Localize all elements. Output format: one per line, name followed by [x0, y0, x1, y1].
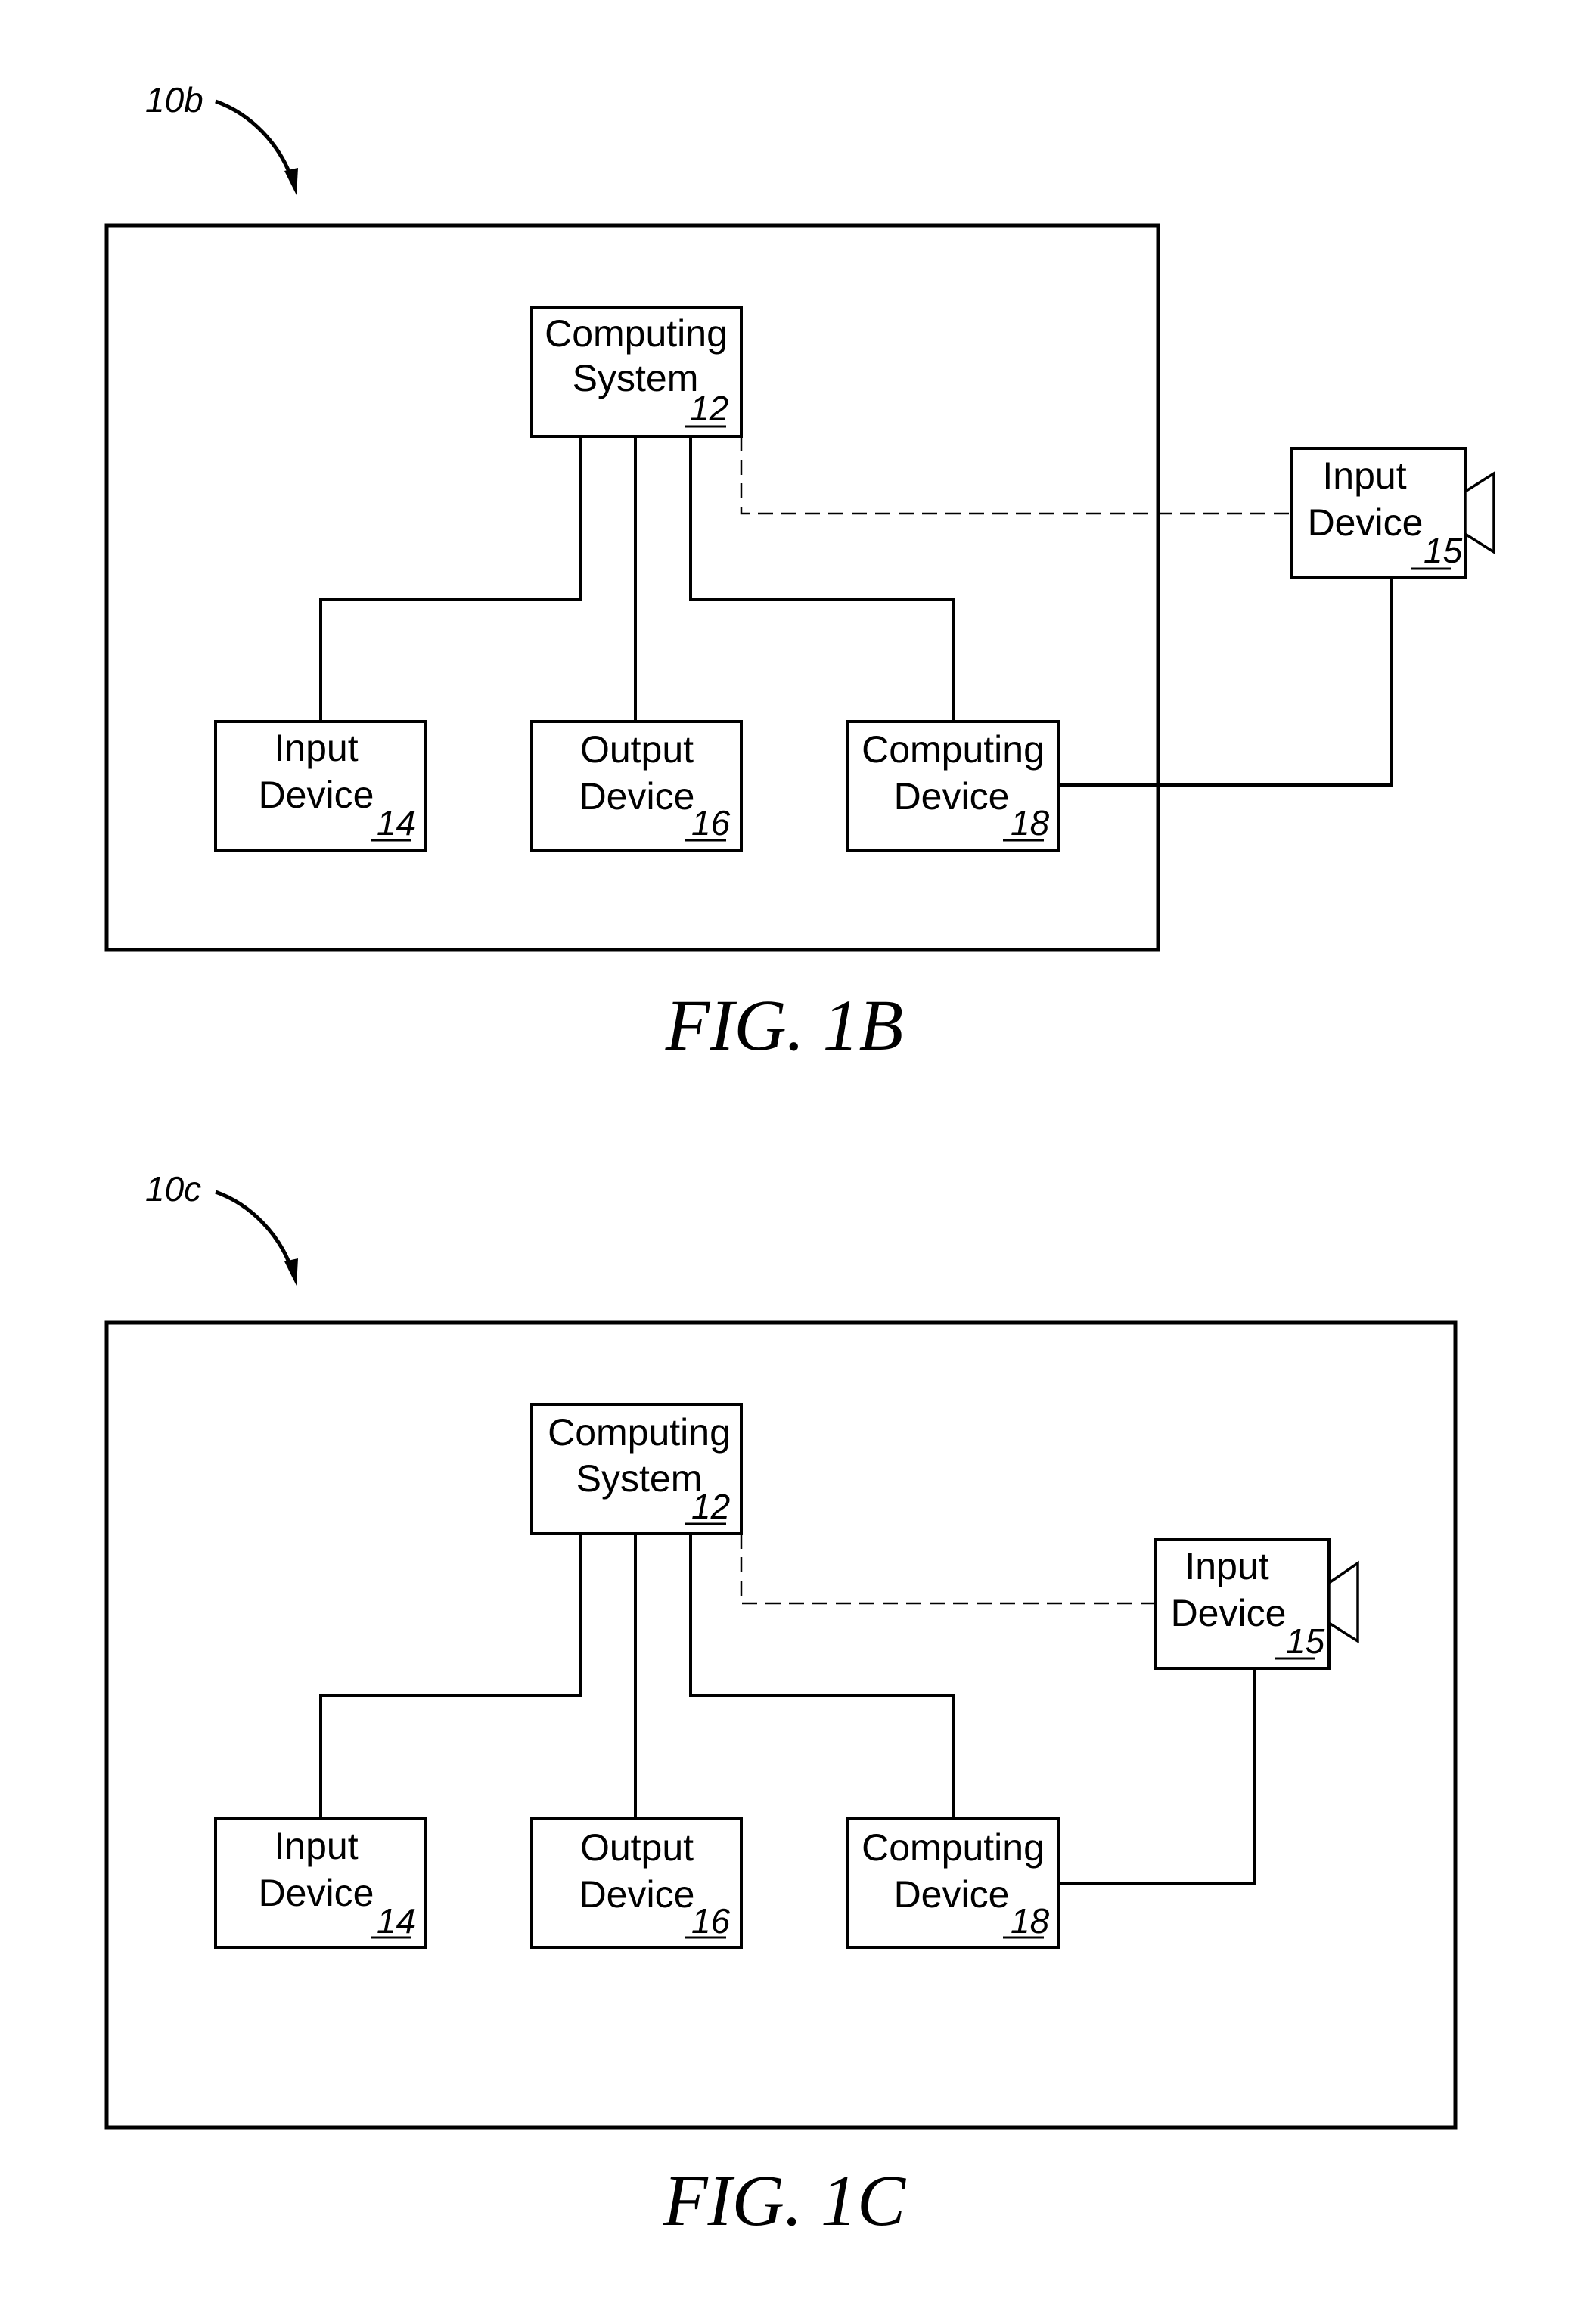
box-label-line2: System	[576, 1457, 703, 1500]
reference-number: 15	[1424, 531, 1463, 570]
computing-system-box[interactable]: Computing System 12	[530, 1403, 743, 1535]
connector-18-15	[1059, 1668, 1256, 1885]
reference-number: 12	[691, 1487, 730, 1526]
reference-number: 16	[691, 803, 731, 842]
box-label-line2: Device	[894, 1873, 1010, 1916]
box-label-line2: Device	[894, 775, 1010, 818]
box-label-line2: Device	[259, 774, 374, 816]
box-label-line1: Input	[274, 1825, 358, 1867]
reference-number: 14	[377, 1901, 415, 1941]
box-label-line1: Computing	[548, 1411, 731, 1454]
input-device-14-box[interactable]: Input Device 14	[214, 1817, 427, 1949]
system-frame	[104, 1320, 1458, 2130]
camera-icon	[1327, 1560, 1359, 1644]
output-device-box[interactable]: Output Device 16	[530, 1817, 743, 1949]
figure-caption: FIG. 1B	[665, 985, 904, 1066]
box-label-line2: Device	[579, 775, 695, 818]
reference-number: 18	[1011, 1901, 1050, 1941]
box-label-line2: Device	[1171, 1592, 1287, 1634]
reference-arrow	[215, 99, 296, 185]
box-label-line1: Input	[274, 727, 358, 769]
connector-12-18	[689, 436, 955, 721]
input-device-14-box[interactable]: Input Device 14	[214, 720, 427, 852]
reference-number: 16	[691, 1901, 731, 1941]
connector-12-14	[319, 436, 582, 721]
input-device-15-box[interactable]: Input Device 15	[1290, 447, 1495, 579]
connector-12-18	[689, 1534, 955, 1819]
box-label-line2: Device	[579, 1873, 695, 1916]
figure-1c: 10c Computing System 12 Input Device 14	[104, 1169, 1458, 2241]
figure-caption: FIG. 1C	[663, 2160, 906, 2241]
box-label-line2: Device	[259, 1872, 374, 1914]
input-device-15-box[interactable]: Input Device 15	[1154, 1538, 1359, 1670]
reference-arrowhead	[284, 1258, 298, 1286]
reference-arrowhead	[284, 168, 298, 195]
computing-system-box[interactable]: Computing System 12	[530, 306, 743, 438]
figure-reference-label: 10b	[145, 80, 203, 119]
camera-icon	[1464, 470, 1495, 555]
reference-number: 18	[1011, 803, 1050, 842]
reference-number: 12	[690, 389, 728, 428]
reference-number: 15	[1286, 1621, 1325, 1661]
box-label-line2: System	[573, 357, 699, 399]
box-label-line1: Computing	[545, 312, 728, 355]
box-label-line1: Output	[580, 728, 694, 771]
box-label-line1: Input	[1185, 1545, 1268, 1587]
computing-device-box[interactable]: Computing Device 18	[846, 720, 1060, 852]
connector-12-15-dashed	[740, 1534, 1155, 1605]
figure-reference-label: 10c	[145, 1169, 201, 1209]
box-label-line1: Output	[580, 1826, 694, 1869]
connector-18-15	[1059, 578, 1393, 787]
reference-arrow	[215, 1190, 296, 1276]
box-label-line1: Input	[1322, 455, 1406, 497]
figure-1b: 10b Computing System 12 Input Device 14	[104, 80, 1495, 1066]
box-label-line2: Device	[1308, 501, 1424, 544]
patent-drawing-sheet: 10b Computing System 12 Input Device 14	[104, 80, 1495, 2241]
connectors	[319, 1534, 1256, 1885]
box-label-line1: Computing	[862, 1826, 1045, 1869]
connector-12-15-dashed	[740, 436, 1292, 515]
computing-device-box[interactable]: Computing Device 18	[846, 1817, 1060, 1949]
output-device-box[interactable]: Output Device 16	[530, 720, 743, 852]
box-label-line1: Computing	[862, 728, 1045, 771]
reference-number: 14	[377, 803, 415, 842]
connector-12-14	[319, 1534, 582, 1819]
